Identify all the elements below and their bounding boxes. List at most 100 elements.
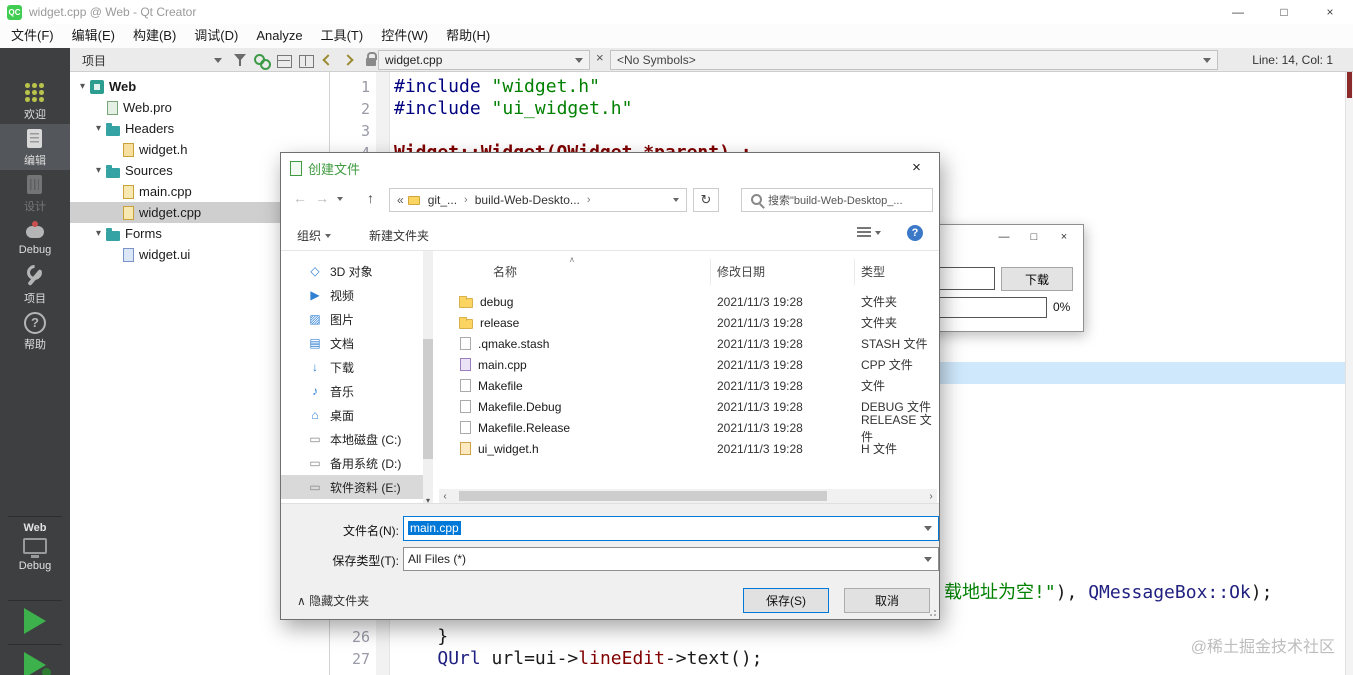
search-box[interactable]: 搜索"build-Web-Desktop_... <box>741 188 933 212</box>
place-item-2[interactable]: ▨图片 <box>281 307 423 331</box>
app-maximize-button[interactable]: □ <box>1019 225 1049 249</box>
view-mode-button[interactable] <box>857 227 881 238</box>
breadcrumb-item[interactable]: git_... <box>428 193 457 207</box>
file-row-3[interactable]: main.cpp2021/11/3 19:28CPP 文件 <box>439 354 939 375</box>
organize-button[interactable]: 组织 <box>297 227 331 244</box>
maximize-button[interactable]: □ <box>1261 0 1307 24</box>
file-row-2[interactable]: .qmake.stash2021/11/3 19:28STASH 文件 <box>439 333 939 354</box>
symbols-combo[interactable]: <No Symbols> <box>610 50 1218 70</box>
welcome-mode-icon <box>24 82 46 104</box>
file-type: STASH 文件 <box>855 335 939 352</box>
close-button[interactable]: × <box>1307 0 1353 24</box>
menu-item-0[interactable]: 文件(F) <box>2 24 63 48</box>
debug-run-button[interactable] <box>0 648 70 675</box>
app-minimize-button[interactable]: — <box>989 225 1019 249</box>
help-button[interactable]: ? <box>907 225 923 241</box>
place-item-8[interactable]: ▭备用系统 (D:) <box>281 451 423 475</box>
scroll-right-icon[interactable]: › <box>925 491 937 502</box>
address-dropdown-icon[interactable] <box>673 198 679 202</box>
save-button[interactable]: 保存(S) <box>743 588 829 613</box>
column-header-date[interactable]: 修改日期 <box>711 259 855 285</box>
save-type-select[interactable]: All Files (*) <box>403 547 939 571</box>
file-row-0[interactable]: debug2021/11/3 19:28文件夹 <box>439 291 939 312</box>
file-name: Makefile.Debug <box>478 400 561 414</box>
project-pane-selector[interactable]: 项目 <box>76 50 228 70</box>
menu-item-1[interactable]: 编辑(E) <box>63 24 124 48</box>
kit-selector[interactable]: Web Debug <box>0 522 70 572</box>
scrollbar-thumb[interactable] <box>459 491 827 501</box>
dialog-titlebar[interactable]: 创建文件 × <box>281 153 939 183</box>
place-item-5[interactable]: ♪音乐 <box>281 379 423 403</box>
mode-projects[interactable]: 项目 <box>0 262 70 308</box>
resize-grip[interactable] <box>927 607 936 616</box>
close-split-icon[interactable] <box>298 52 314 68</box>
close-document-icon[interactable]: × <box>596 50 604 65</box>
mode-help[interactable]: ?帮助 <box>0 308 70 354</box>
breadcrumb-item[interactable]: build-Web-Deskto... <box>475 193 580 207</box>
cancel-button[interactable]: 取消 <box>844 588 930 613</box>
nav-history-icon[interactable] <box>337 197 343 201</box>
open-file-combo[interactable]: widget.cpp <box>378 50 590 70</box>
menu-item-3[interactable]: 调试(D) <box>185 24 247 48</box>
file-row-6[interactable]: Makefile.Release2021/11/3 19:28RELEASE 文… <box>439 417 939 438</box>
go-forward-icon[interactable] <box>342 54 353 65</box>
mode-debug[interactable]: Debug <box>0 216 70 262</box>
place-item-3[interactable]: ▤文档 <box>281 331 423 355</box>
place-item-4[interactable]: ↓下载 <box>281 355 423 379</box>
file-row-4[interactable]: Makefile2021/11/3 19:28文件 <box>439 375 939 396</box>
tree-item-1[interactable]: Web.pro <box>70 97 329 118</box>
scroll-left-icon[interactable]: ‹ <box>439 491 451 502</box>
column-header-type[interactable]: 类型 <box>855 259 939 285</box>
mode-design[interactable]: 设计 <box>0 170 70 216</box>
minimize-button[interactable]: — <box>1215 0 1261 24</box>
nav-forward-button[interactable]: → <box>315 190 329 206</box>
save-type-dropdown-button[interactable] <box>919 549 937 569</box>
filename-input[interactable]: main.cpp <box>403 516 939 541</box>
menu-item-4[interactable]: Analyze <box>247 24 311 48</box>
mode-edit[interactable]: 编辑 <box>0 124 70 170</box>
h-file-icon <box>123 143 134 157</box>
menu-item-2[interactable]: 构建(B) <box>124 24 185 48</box>
go-back-icon[interactable] <box>322 54 333 65</box>
breadcrumb-overflow-icon[interactable]: « <box>397 193 404 207</box>
refresh-button[interactable]: ↻ <box>693 188 719 212</box>
file-row-7[interactable]: ui_widget.h2021/11/3 19:28H 文件 <box>439 438 939 459</box>
dialog-title: 创建文件 <box>308 159 360 178</box>
nav-up-button[interactable]: ↑ <box>367 190 374 206</box>
dialog-close-button[interactable]: × <box>894 153 939 183</box>
hide-folders-button[interactable]: ∧ 隐藏文件夹 <box>297 592 369 609</box>
help-mode-icon: ? <box>24 312 46 334</box>
filter-icon[interactable] <box>233 52 249 68</box>
menu-item-6[interactable]: 控件(W) <box>372 24 437 48</box>
split-icon[interactable] <box>276 52 292 68</box>
file-row-1[interactable]: release2021/11/3 19:28文件夹 <box>439 312 939 333</box>
tree-item-0[interactable]: ▾Web <box>70 76 329 97</box>
app-close-button[interactable]: × <box>1049 225 1079 249</box>
menu-item-7[interactable]: 帮助(H) <box>437 24 499 48</box>
mode-welcome[interactable]: 欢迎 <box>0 78 70 124</box>
place-item-1[interactable]: ▶视频 <box>281 283 423 307</box>
place-label: 音乐 <box>330 383 354 400</box>
new-folder-button[interactable]: 新建文件夹 <box>369 227 429 244</box>
scrollbar-thumb[interactable] <box>423 339 433 459</box>
horizontal-scrollbar[interactable]: ‹ › <box>439 489 937 503</box>
editor-scrollbar[interactable] <box>1345 72 1353 675</box>
nav-back-button[interactable]: ← <box>293 190 307 206</box>
qt-creator-logo: QC <box>7 5 22 20</box>
menu-item-5[interactable]: 工具(T) <box>312 24 373 48</box>
places-scrollbar[interactable]: ▾ <box>423 251 433 505</box>
filename-dropdown-button[interactable] <box>919 518 937 539</box>
place-item-0[interactable]: ◇3D 对象 <box>281 259 423 283</box>
place-item-9[interactable]: ▭软件资料 (E:) <box>281 475 423 499</box>
file-type: 文件 <box>855 377 939 394</box>
column-header-name[interactable]: 名称 <box>439 259 711 285</box>
dialog-file-list: debug2021/11/3 19:28文件夹release2021/11/3 … <box>439 291 939 459</box>
download-button[interactable]: 下载 <box>1001 267 1073 291</box>
menu-bar: 文件(F)编辑(E)构建(B)调试(D)Analyze工具(T)控件(W)帮助(… <box>0 24 1353 48</box>
run-button[interactable] <box>0 604 70 642</box>
place-item-6[interactable]: ⌂桌面 <box>281 403 423 427</box>
address-bar[interactable]: « git_... › build-Web-Deskto... › <box>389 188 687 212</box>
link-icon[interactable] <box>254 52 270 68</box>
place-item-7[interactable]: ▭本地磁盘 (C:) <box>281 427 423 451</box>
tree-item-2[interactable]: ▾Headers <box>70 118 329 139</box>
